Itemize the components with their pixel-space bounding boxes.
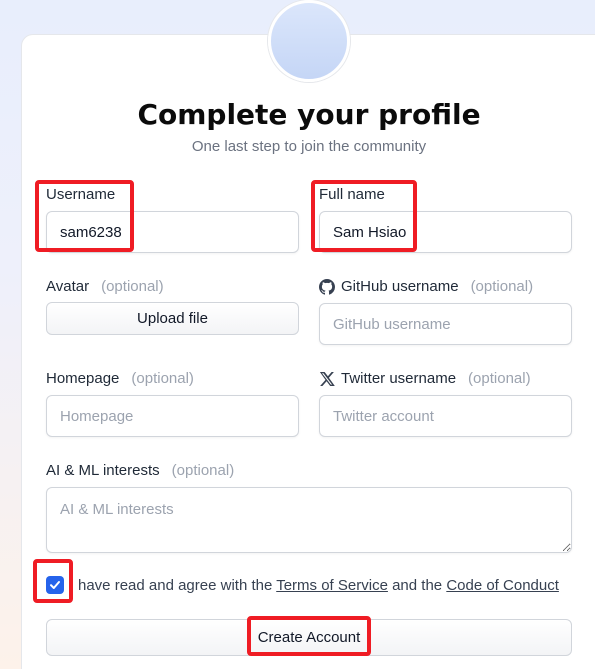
fullname-label-text: Full name [319, 186, 385, 203]
github-label: GitHub username (optional) [319, 278, 533, 295]
agreement-middle: and the [392, 577, 443, 594]
twitter-label: Twitter username (optional) [319, 370, 531, 387]
homepage-label: Homepage (optional) [46, 370, 194, 387]
agreement-prefix: have read and agree with the [78, 577, 273, 594]
username-label: Username [46, 186, 115, 203]
page-title: Complete your profile [137, 98, 481, 131]
avatar-label-text: Avatar [46, 278, 90, 295]
github-icon [319, 278, 335, 295]
checkmark-icon [50, 581, 60, 589]
interests-textarea[interactable] [46, 487, 572, 553]
interests-label-text: AI & ML interests [46, 462, 160, 479]
homepage-optional-hint: (optional) [131, 370, 194, 387]
github-optional-hint: (optional) [470, 278, 534, 295]
homepage-label-text: Homepage [46, 370, 120, 387]
upload-file-button[interactable]: Upload file [46, 302, 299, 335]
interests-label: AI & ML interests (optional) [46, 462, 234, 479]
avatar-label: Avatar (optional) [46, 278, 164, 295]
x-twitter-icon [319, 371, 335, 386]
fullname-input[interactable] [319, 211, 572, 253]
avatar-optional-hint: (optional) [101, 278, 164, 295]
create-account-button[interactable]: Create Account [46, 619, 572, 656]
terms-of-service-link[interactable]: Terms of Service [276, 577, 388, 594]
code-of-conduct-link[interactable]: Code of Conduct [446, 577, 559, 594]
username-input[interactable] [46, 211, 299, 253]
github-username-input[interactable] [319, 303, 572, 345]
avatar-placeholder [268, 0, 350, 82]
agree-checkbox[interactable] [46, 576, 64, 594]
twitter-optional-hint: (optional) [468, 370, 531, 387]
username-label-text: Username [46, 186, 116, 203]
twitter-label-text: Twitter username [341, 370, 457, 387]
page-subtitle: One last step to join the community [191, 138, 427, 155]
github-label-text: GitHub username [341, 278, 459, 295]
interests-optional-hint: (optional) [171, 462, 235, 479]
homepage-input[interactable] [46, 395, 299, 437]
fullname-label: Full name [319, 186, 385, 203]
twitter-account-input[interactable] [319, 395, 572, 437]
agreement-text: have read and agree with the Terms of Se… [78, 577, 559, 594]
